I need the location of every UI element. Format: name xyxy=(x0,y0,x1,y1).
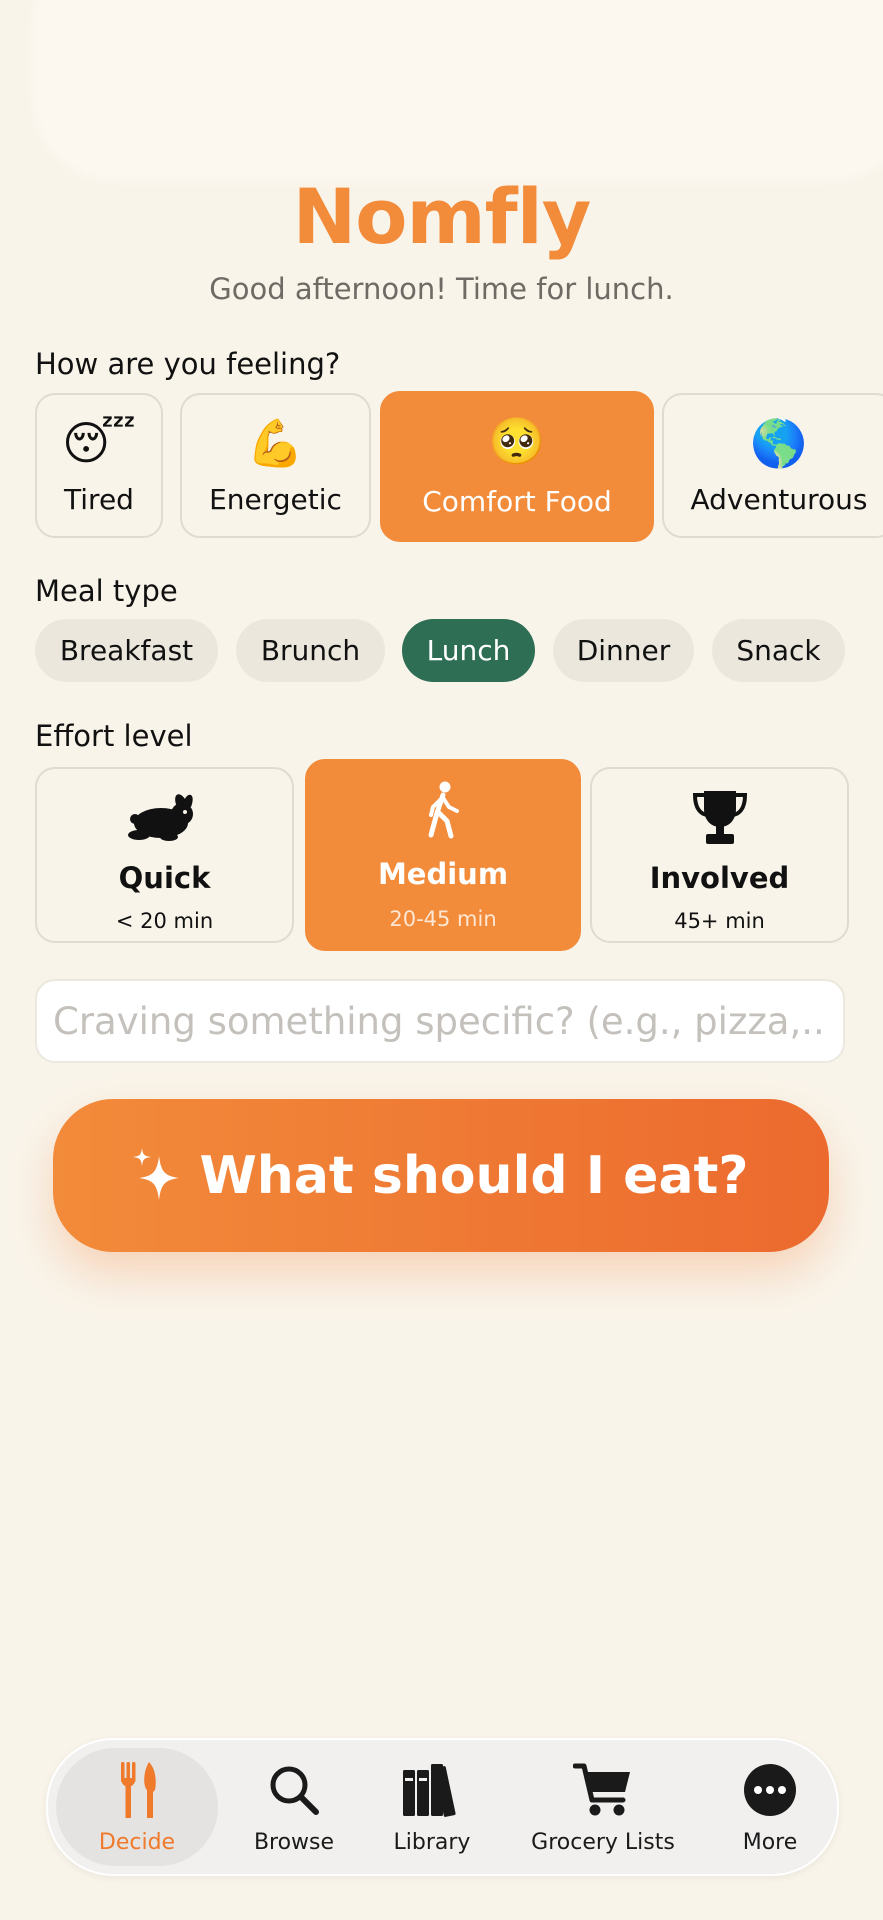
effort-option-quick[interactable]: Quick < 20 min xyxy=(35,767,294,943)
tab-decide[interactable]: Decide xyxy=(48,1740,226,1874)
tab-browse[interactable]: Browse xyxy=(230,1740,358,1874)
meal-option-lunch[interactable]: Lunch xyxy=(402,619,535,682)
globe-icon: 🌎 xyxy=(750,416,808,470)
pleading-face-icon: 🥺 xyxy=(488,414,546,468)
tab-label: More xyxy=(742,1830,798,1855)
effort-level-label: Effort level xyxy=(35,719,193,753)
mood-option-label: Comfort Food xyxy=(422,485,612,518)
more-icon xyxy=(710,1760,830,1820)
mood-option-energetic[interactable]: 💪 Energetic xyxy=(180,393,371,538)
effort-option-title: Quick xyxy=(118,861,211,895)
mood-option-tired[interactable]: 😴 Tired xyxy=(35,393,163,538)
meal-type-options: Breakfast Brunch Lunch Dinner Snack xyxy=(35,619,883,682)
header-background xyxy=(34,0,883,180)
walking-person-icon xyxy=(307,781,579,839)
mood-option-label: Tired xyxy=(64,483,134,516)
greeting-text: Good afternoon! Time for lunch. xyxy=(209,272,674,306)
sleeping-face-icon: 😴 xyxy=(62,416,136,470)
sparkles-icon xyxy=(133,1146,181,1206)
bottom-tab-bar: Decide Browse Library Grocery Lists More xyxy=(46,1738,839,1876)
books-icon xyxy=(366,1760,498,1820)
mood-options: 😴 Tired 💪 Energetic 🥺 Comfort Food 🌎 Adv… xyxy=(35,391,883,542)
meal-option-snack[interactable]: Snack xyxy=(712,619,845,682)
tab-library[interactable]: Library xyxy=(366,1740,498,1874)
effort-option-title: Medium xyxy=(377,857,509,891)
meal-type-label: Meal type xyxy=(35,574,178,608)
tab-label: Library xyxy=(393,1830,471,1855)
effort-option-involved[interactable]: Involved 45+ min xyxy=(590,767,849,943)
mood-option-label: Adventurous xyxy=(690,483,868,516)
fork-knife-icon xyxy=(48,1760,226,1820)
trophy-icon xyxy=(592,787,847,845)
rabbit-icon xyxy=(37,787,292,845)
mood-option-label: Energetic xyxy=(209,483,342,516)
effort-option-subtitle: < 20 min xyxy=(115,909,214,933)
tab-label: Grocery Lists xyxy=(531,1830,675,1855)
mood-section-label: How are you feeling? xyxy=(35,347,341,381)
cart-icon xyxy=(503,1760,703,1820)
meal-option-breakfast[interactable]: Breakfast xyxy=(35,619,218,682)
effort-option-title: Involved xyxy=(649,861,790,895)
effort-option-subtitle: 20-45 min xyxy=(389,907,497,931)
craving-input[interactable] xyxy=(35,979,845,1063)
meal-option-brunch[interactable]: Brunch xyxy=(236,619,385,682)
effort-option-medium[interactable]: Medium 20-45 min xyxy=(305,759,581,951)
tab-grocery-lists[interactable]: Grocery Lists xyxy=(503,1740,703,1874)
app-title: Nomfly xyxy=(292,172,592,261)
cta-label: What should I eat? xyxy=(199,1145,749,1206)
tab-more[interactable]: More xyxy=(710,1740,830,1874)
what-should-i-eat-button[interactable]: What should I eat? xyxy=(53,1099,829,1252)
search-icon xyxy=(230,1760,358,1820)
mood-option-adventurous[interactable]: 🌎 Adventurous xyxy=(662,393,883,538)
flexed-biceps-icon: 💪 xyxy=(246,416,305,470)
meal-option-dinner[interactable]: Dinner xyxy=(553,619,694,682)
effort-options: Quick < 20 min Medium 20-45 min Involved… xyxy=(35,759,883,951)
tab-label: Decide xyxy=(98,1830,176,1855)
mood-option-comfort-food[interactable]: 🥺 Comfort Food xyxy=(380,391,654,542)
effort-option-subtitle: 45+ min xyxy=(674,909,765,933)
tab-label: Browse xyxy=(253,1830,335,1855)
